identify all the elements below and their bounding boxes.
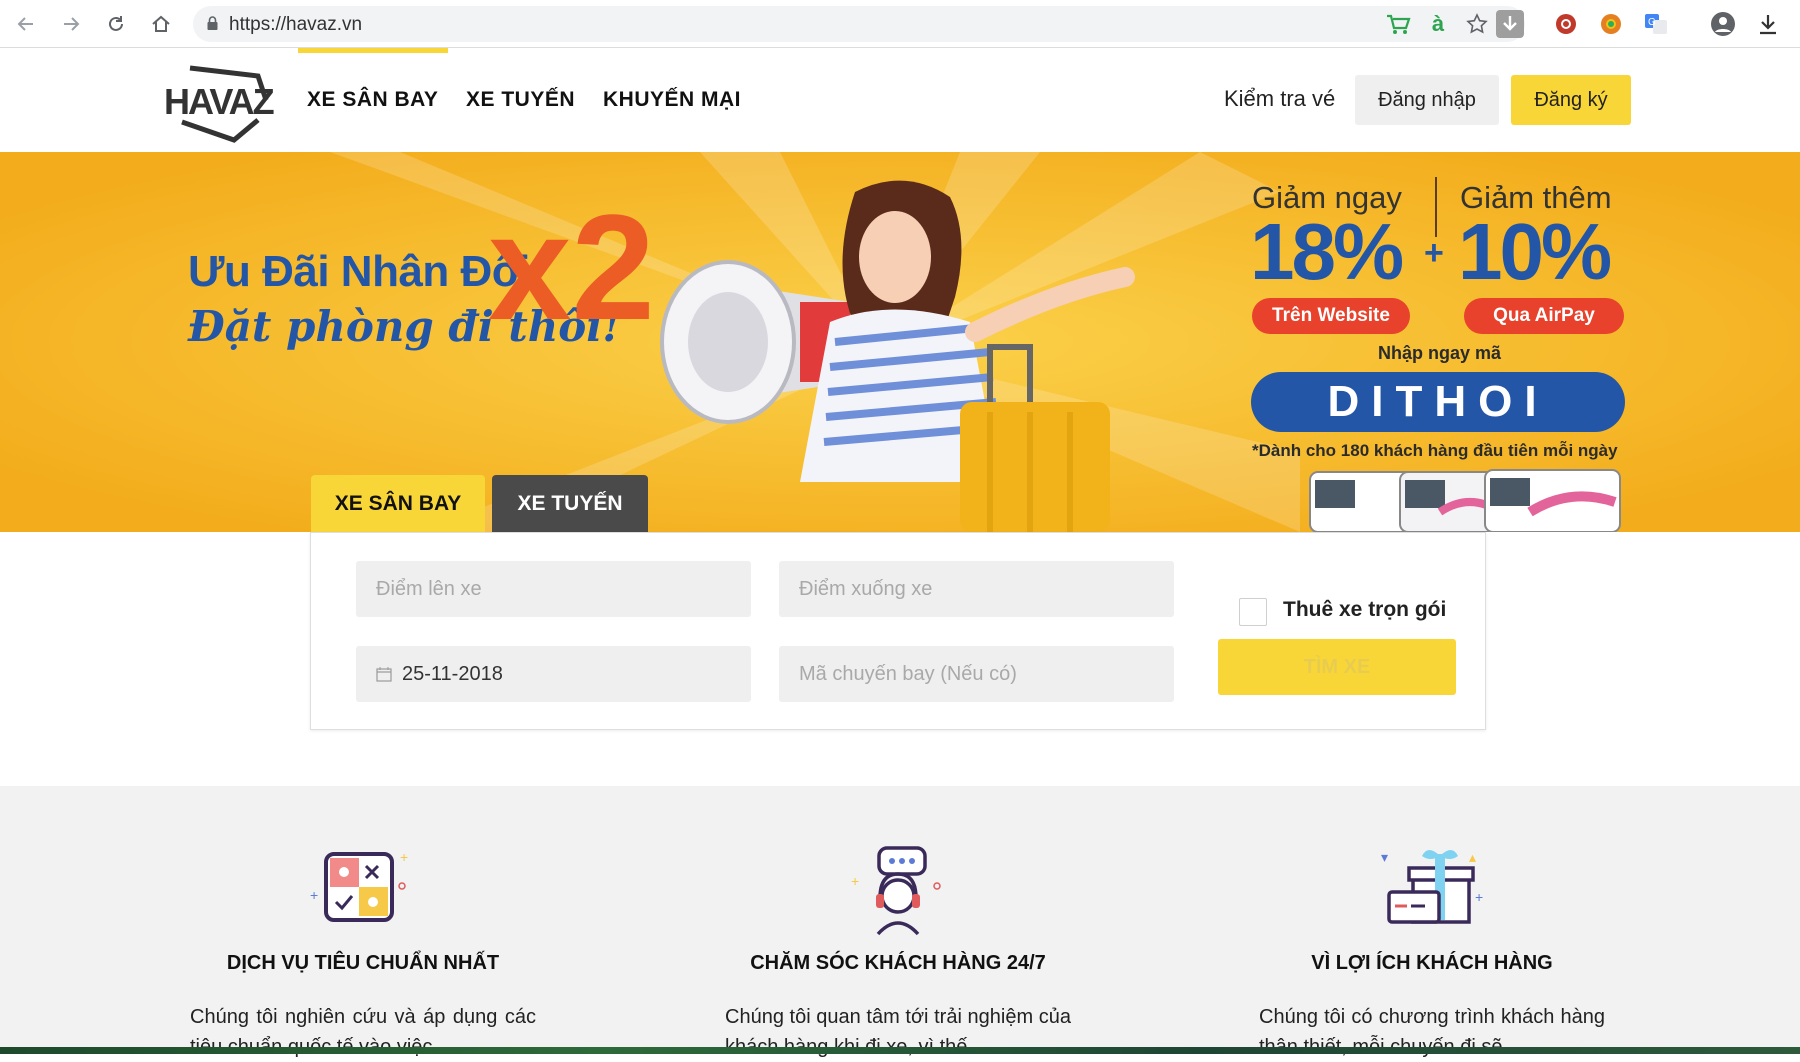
feature-title: DỊCH VỤ TIÊU CHUẨN NHẤT [226,952,500,974]
calculator-icon: + + [310,849,408,922]
discount1-value: 18% [1250,207,1404,296]
svg-text:▴: ▴ [1469,849,1476,865]
enter-code-label: Nhập ngay mã [1378,343,1502,363]
svg-text:G: G [1648,17,1656,28]
svg-text:+: + [400,849,408,865]
promo-multiplier: x2 [488,183,655,351]
gift-card-icon: ▾ ▴ + [1381,849,1483,924]
discount-divider [1435,177,1437,237]
url-text: https://havaz.vn [229,14,363,35]
nav-airport-transfer[interactable]: XE SÂN BAY [307,88,438,112]
taskbar-strip [0,1047,1800,1054]
svg-text:+: + [1475,889,1483,905]
date-value: 25-11-2018 [402,662,503,685]
site-header: HAVAZ XE SÂN BAY XE TUYẾN KHUYẾN MẠI Kiể… [0,48,1800,152]
flight-number-input[interactable]: Mã chuyến bay (Nếu có) [779,646,1174,702]
login-button[interactable]: Đăng nhập [1355,75,1499,125]
promo-note: *Dành cho 180 khách hàng đầu tiên mỗi ng… [1252,441,1618,460]
svg-text:+: + [851,873,859,889]
pickup-input[interactable]: Điểm lên xe [356,561,751,617]
download-extension-icon[interactable] [1496,10,1524,38]
tab-airport-transfer[interactable]: XE SÂN BAY [311,475,485,532]
browser-toolbar: https://havaz.vn à G [0,0,1800,48]
register-button[interactable]: Đăng ký [1511,75,1631,125]
search-button[interactable]: TÌM XE [1218,639,1456,695]
nav-route-bus[interactable]: XE TUYẾN [466,88,575,112]
charter-label: Thuê xe trọn gói [1283,598,1447,621]
chrome-extension-icon[interactable] [1597,10,1625,38]
back-icon[interactable] [12,10,40,38]
svg-text:+: + [310,887,318,903]
svg-text:HAVAZ: HAVAZ [164,81,274,122]
lock-icon [207,16,218,30]
discount-plus: + [1424,234,1444,272]
bus-fleet-illustration [1309,469,1621,532]
customer-support-icon: + [851,846,941,936]
home-icon[interactable] [147,10,175,38]
profile-icon[interactable] [1709,10,1737,38]
check-ticket-link[interactable]: Kiểm tra vé [1224,86,1335,112]
active-nav-indicator [298,48,448,53]
promo-headline: Ưu Đãi Nhân Đôi [188,247,530,296]
calendar-icon [376,667,392,682]
reload-icon[interactable] [102,10,130,38]
havaz-logo[interactable]: HAVAZ [162,58,276,144]
address-bar[interactable]: https://havaz.vn [193,6,1525,42]
translate-extension-icon[interactable]: G [1642,10,1670,38]
feature-title: VÌ LỢI ÍCH KHÁCH HÀNG [1311,952,1553,974]
airpay-pill: Qua AirPay [1464,298,1624,334]
forward-icon[interactable] [57,10,85,38]
date-input[interactable]: 25-11-2018 [356,646,751,702]
bookmark-star-icon[interactable] [1463,10,1491,38]
cart-extension-icon[interactable] [1384,10,1412,38]
nav-promotions[interactable]: KHUYẾN MẠI [603,88,741,112]
discount2-value: 10% [1458,207,1612,296]
svg-text:▾: ▾ [1381,849,1388,865]
features-section: + + DỊCH VỤ TIÊU CHUẨN NHẤT Chúng tôi ng… [0,786,1800,1058]
promo-code: DITHOI [1251,372,1625,432]
charter-checkbox[interactable] [1239,598,1267,626]
downloads-icon[interactable] [1754,10,1782,38]
ublock-extension-icon[interactable] [1552,10,1580,38]
promo-banner[interactable]: Ưu Đãi Nhân Đôi Đặt phòng đi thôi! x2 Gi… [0,152,1800,532]
vietnamese-input-icon[interactable]: à [1424,10,1452,38]
website-pill: Trên Website [1252,298,1410,334]
search-form: Điểm lên xe Điểm xuống xe 25-11-2018 Mã … [310,532,1486,730]
dropoff-input[interactable]: Điểm xuống xe [779,561,1174,617]
feature-title: CHĂM SÓC KHÁCH HÀNG 24/7 [750,952,1046,974]
tab-route-bus[interactable]: XE TUYẾN [492,475,648,532]
